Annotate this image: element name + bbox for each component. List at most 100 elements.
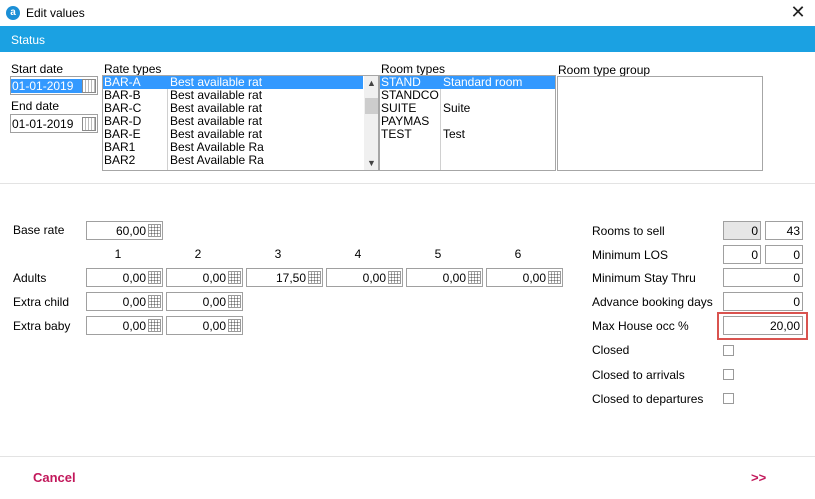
app-logo-icon: a — [6, 6, 20, 20]
list-item[interactable]: BAR-C Best available rat — [103, 102, 363, 115]
calculator-icon[interactable] — [148, 295, 161, 308]
calculator-icon[interactable] — [468, 271, 481, 284]
scroll-thumb[interactable] — [365, 98, 378, 114]
list-item-code: BAR-B — [104, 89, 141, 102]
rate-value[interactable]: 0,00 — [167, 319, 228, 333]
list-item[interactable]: TEST Test — [380, 128, 555, 141]
rooms-to-sell-max-field[interactable]: 43 — [765, 221, 803, 240]
list-item[interactable]: BAR2 Best Available Ra — [103, 154, 363, 167]
start-date-field[interactable]: 01-01-2019 — [10, 76, 98, 95]
rate-value[interactable]: 17,50 — [247, 271, 308, 285]
calculator-icon[interactable] — [548, 271, 561, 284]
calculator-icon[interactable] — [148, 271, 161, 284]
minimum-stay-thru-field[interactable]: 0 — [723, 268, 803, 287]
section-divider — [0, 183, 815, 184]
rate-value[interactable]: 0,00 — [87, 319, 148, 333]
scroll-up-icon[interactable]: ▲ — [364, 76, 378, 90]
list-item-name: Best Available Ra — [170, 141, 264, 154]
max-house-occ-value[interactable]: 20,00 — [724, 319, 802, 333]
adults-rate-field[interactable]: 0,00 — [166, 268, 243, 287]
rate-value[interactable]: 0,00 — [327, 271, 388, 285]
calculator-icon[interactable] — [148, 224, 161, 237]
rate-types-label: Rate types — [104, 62, 162, 76]
start-date-value[interactable]: 01-01-2019 — [11, 78, 82, 93]
start-date-label: Start date — [11, 62, 64, 76]
list-item[interactable]: BAR-D Best available rat — [103, 115, 363, 128]
rate-value[interactable]: 0,00 — [87, 271, 148, 285]
room-type-group-list[interactable] — [557, 76, 763, 171]
list-item[interactable]: BAR-E Best available rat — [103, 128, 363, 141]
list-item[interactable]: STAND Standard room — [380, 76, 555, 89]
list-item-code: BAR-A — [104, 76, 141, 89]
minimum-los-min-value[interactable]: 0 — [724, 248, 760, 262]
footer-divider — [0, 456, 815, 457]
closed-to-departures-checkbox[interactable] — [723, 393, 734, 404]
adults-rate-field[interactable]: 17,50 — [246, 268, 323, 287]
rooms-to-sell-min-value[interactable]: 0 — [724, 224, 760, 238]
list-item[interactable]: BAR-A Best available rat — [103, 76, 363, 89]
end-date-field[interactable]: 01-01-2019 — [10, 114, 98, 133]
closed-to-arrivals-checkbox[interactable] — [723, 369, 734, 380]
status-bar — [0, 26, 815, 52]
scroll-down-icon[interactable]: ▼ — [364, 156, 378, 170]
list-item-name: Best available rat — [170, 76, 263, 89]
calculator-icon[interactable] — [228, 295, 241, 308]
next-button[interactable]: >> — [751, 470, 766, 485]
adults-rate-field[interactable]: 0,00 — [326, 268, 403, 287]
adults-rate-field[interactable]: 0,00 — [486, 268, 563, 287]
advance-booking-label: Advance booking days — [592, 295, 713, 309]
list-item[interactable]: SUITE Suite — [380, 102, 555, 115]
rooms-to-sell-max-value[interactable]: 43 — [766, 224, 802, 238]
base-rate-field[interactable]: 60,00 — [86, 221, 163, 240]
calendar-icon[interactable] — [82, 78, 96, 93]
closed-checkbox[interactable] — [723, 345, 734, 356]
base-rate-label: Base rate — [13, 223, 65, 237]
extra-child-rate-field[interactable]: 0,00 — [86, 292, 163, 311]
calculator-icon[interactable] — [388, 271, 401, 284]
rate-value[interactable]: 0,00 — [167, 295, 228, 309]
extra-baby-rate-field[interactable]: 0,00 — [86, 316, 163, 335]
adults-rate-field[interactable]: 0,00 — [86, 268, 163, 287]
cancel-button[interactable]: Cancel — [33, 470, 76, 485]
room-types-list[interactable]: STAND Standard room STANDCO SUITE Suite PAYMA… — [379, 75, 556, 171]
list-item[interactable]: PAYMAS — [380, 115, 555, 128]
calendar-icon[interactable] — [82, 116, 96, 131]
calculator-icon[interactable] — [308, 271, 321, 284]
window-title: Edit values — [26, 6, 85, 20]
max-house-occ-field[interactable]: 20,00 — [723, 316, 803, 335]
list-item-code: SUITE — [381, 102, 417, 115]
status-label: Status — [11, 33, 46, 47]
adults-rate-field[interactable]: 0,00 — [406, 268, 483, 287]
rooms-to-sell-min-field[interactable]: 0 — [723, 221, 761, 240]
list-item-code: BAR-D — [104, 115, 142, 128]
extra-baby-rate-field[interactable]: 0,00 — [166, 316, 243, 335]
calculator-icon[interactable] — [228, 271, 241, 284]
minimum-los-min-field[interactable]: 0 — [723, 245, 761, 264]
end-date-label: End date — [11, 99, 60, 113]
extra-child-label: Extra child — [13, 295, 70, 309]
minimum-los-max-value[interactable]: 0 — [766, 248, 802, 262]
list-item-name: Best available rat — [170, 128, 263, 141]
advance-booking-field[interactable]: 0 — [723, 292, 803, 311]
list-item-name: Standard room — [443, 76, 523, 89]
rate-value[interactable]: 0,00 — [487, 271, 548, 285]
rate-value[interactable]: 0,00 — [167, 271, 228, 285]
list-item[interactable]: BAR-B Best available rat — [103, 89, 363, 102]
list-item[interactable]: BAR1 Best Available Ra — [103, 141, 363, 154]
calculator-icon[interactable] — [228, 319, 241, 332]
extra-child-rate-field[interactable]: 0,00 — [166, 292, 243, 311]
calculator-icon[interactable] — [148, 319, 161, 332]
rate-types-scrollbar[interactable]: ▲ ▼ — [364, 76, 378, 170]
minimum-los-max-field[interactable]: 0 — [765, 245, 803, 264]
rate-types-list[interactable]: BAR-A Best available rat BAR-B Best availab… — [102, 75, 379, 171]
max-house-occ-label: Max House occ % — [592, 319, 689, 333]
list-item-code: STAND — [381, 76, 421, 89]
end-date-value[interactable]: 01-01-2019 — [11, 117, 82, 131]
minimum-stay-thru-value[interactable]: 0 — [724, 271, 802, 285]
rate-value[interactable]: 0,00 — [87, 295, 148, 309]
base-rate-value[interactable]: 60,00 — [87, 224, 148, 238]
advance-booking-value[interactable]: 0 — [724, 295, 802, 309]
close-button[interactable]: ✕ — [786, 2, 810, 24]
list-item[interactable]: STANDCO — [380, 89, 555, 102]
rate-value[interactable]: 0,00 — [407, 271, 468, 285]
